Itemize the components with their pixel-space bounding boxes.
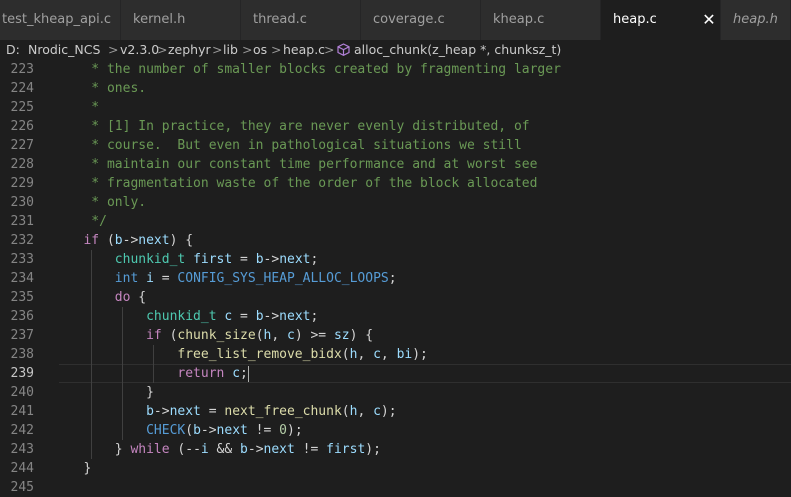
breadcrumb-item[interactable]: D:	[6, 40, 20, 60]
tab-label: heap.h	[733, 12, 778, 27]
tab-label: heap.c	[613, 12, 657, 27]
chevron-right-icon: >	[157, 42, 168, 57]
code-line[interactable]: int i = CONFIG_SYS_HEAP_ALLOC_LOOPS;	[60, 269, 397, 288]
code-line[interactable]: * fragmentation waste of the order of th…	[60, 174, 537, 193]
line-number: 239	[10, 366, 34, 381]
breadcrumb-item[interactable]: v2.3.0	[120, 40, 159, 60]
line-number: 245	[10, 480, 34, 495]
chevron-right-icon: >	[242, 42, 253, 57]
line-number: 230	[10, 195, 34, 210]
breadcrumb-item[interactable]: Nrodic_NCS	[28, 40, 100, 60]
code-line[interactable]: }	[60, 383, 154, 402]
tab-label: test_kheap_api.c	[2, 12, 112, 27]
code-line[interactable]: do {	[60, 288, 146, 307]
breadcrumb: D: Nrodic_NCS > v2.3.0 > zephyr > lib > …	[0, 40, 791, 60]
line-number: 243	[10, 442, 34, 457]
line-number: 228	[10, 157, 34, 172]
code-line[interactable]: * only.	[60, 193, 146, 212]
code-line[interactable]: * [1] In practice, they are never evenly…	[60, 117, 529, 136]
line-number: 223	[10, 62, 34, 77]
chevron-right-icon: >	[271, 42, 282, 57]
line-number: 231	[10, 214, 34, 229]
line-number: 232	[10, 233, 34, 248]
line-number: 237	[10, 328, 34, 343]
editor-tab-bar: test_kheap_api.c kernel.h thread.c cover…	[0, 0, 791, 40]
code-line[interactable]: b->next = next_free_chunk(h, c);	[60, 402, 396, 421]
code-line[interactable]: chunkid_t c = b->next;	[60, 307, 318, 326]
tab-thread-c[interactable]: thread.c	[241, 0, 361, 40]
tab-label: thread.c	[253, 12, 307, 27]
line-number: 226	[10, 119, 34, 134]
line-number: 244	[10, 461, 34, 476]
code-line[interactable]: free_list_remove_bidx(h, c, bi);	[60, 345, 427, 364]
line-number: 224	[10, 81, 34, 96]
symbol-method-icon	[337, 40, 350, 62]
chevron-right-icon: >	[108, 42, 119, 57]
code-line[interactable]: return c;	[60, 364, 249, 383]
code-line[interactable]: if (b->next) {	[60, 231, 193, 250]
tab-label: kheap.c	[493, 12, 545, 27]
code-line[interactable]: */	[60, 212, 107, 231]
chevron-right-icon: >	[212, 42, 223, 57]
code-line[interactable]: chunkid_t first = b->next;	[60, 250, 319, 269]
tab-test-kheap-api[interactable]: test_kheap_api.c	[0, 0, 121, 40]
line-number: 242	[10, 423, 34, 438]
breadcrumb-item[interactable]: lib	[223, 40, 238, 60]
tab-kheap-c[interactable]: kheap.c	[481, 0, 601, 40]
tab-kernel-h[interactable]: kernel.h	[121, 0, 241, 40]
chevron-right-icon: >	[324, 42, 335, 57]
tab-heap-h[interactable]: heap.h	[721, 0, 791, 40]
text-cursor	[247, 365, 249, 382]
breadcrumb-item[interactable]: os	[253, 40, 267, 60]
code-editor[interactable]: 223 224 225 226 227 228 229 230 231 232 233 234 235 2…	[0, 60, 791, 495]
line-number: 225	[10, 100, 34, 115]
code-line[interactable]: *	[60, 98, 99, 117]
code-line[interactable]: if (chunk_size(h, c) >= sz) {	[60, 326, 373, 345]
line-number: 236	[10, 309, 34, 324]
breadcrumb-symbol[interactable]: alloc_chunk(z_heap *, chunksz_t)	[354, 40, 561, 60]
code-line[interactable]: CHECK(b->next != 0);	[60, 421, 303, 440]
line-number: 241	[10, 404, 34, 419]
close-tab-icon[interactable]: ✕	[699, 0, 719, 40]
code-line[interactable]: }	[60, 459, 91, 478]
line-number: 234	[10, 271, 34, 286]
tab-label: kernel.h	[133, 12, 186, 27]
code-line[interactable]: * course. But even in pathological situa…	[60, 136, 521, 155]
code-line[interactable]: } while (--i && b->next != first);	[60, 440, 381, 459]
code-line[interactable]: * maintain our constant time performance…	[60, 155, 537, 174]
line-number: 238	[10, 347, 34, 362]
tab-label: coverage.c	[373, 12, 445, 27]
line-number: 227	[10, 138, 34, 153]
code-line[interactable]: * the number of smaller blocks created b…	[60, 60, 561, 79]
breadcrumb-item[interactable]: zephyr	[168, 40, 211, 60]
code-line[interactable]: * ones.	[60, 79, 146, 98]
line-number: 233	[10, 252, 34, 267]
tab-coverage-c[interactable]: coverage.c	[361, 0, 481, 40]
line-number: 229	[10, 176, 34, 191]
line-number: 240	[10, 385, 34, 400]
breadcrumb-item[interactable]: heap.c	[283, 40, 325, 60]
line-number: 235	[10, 290, 34, 305]
